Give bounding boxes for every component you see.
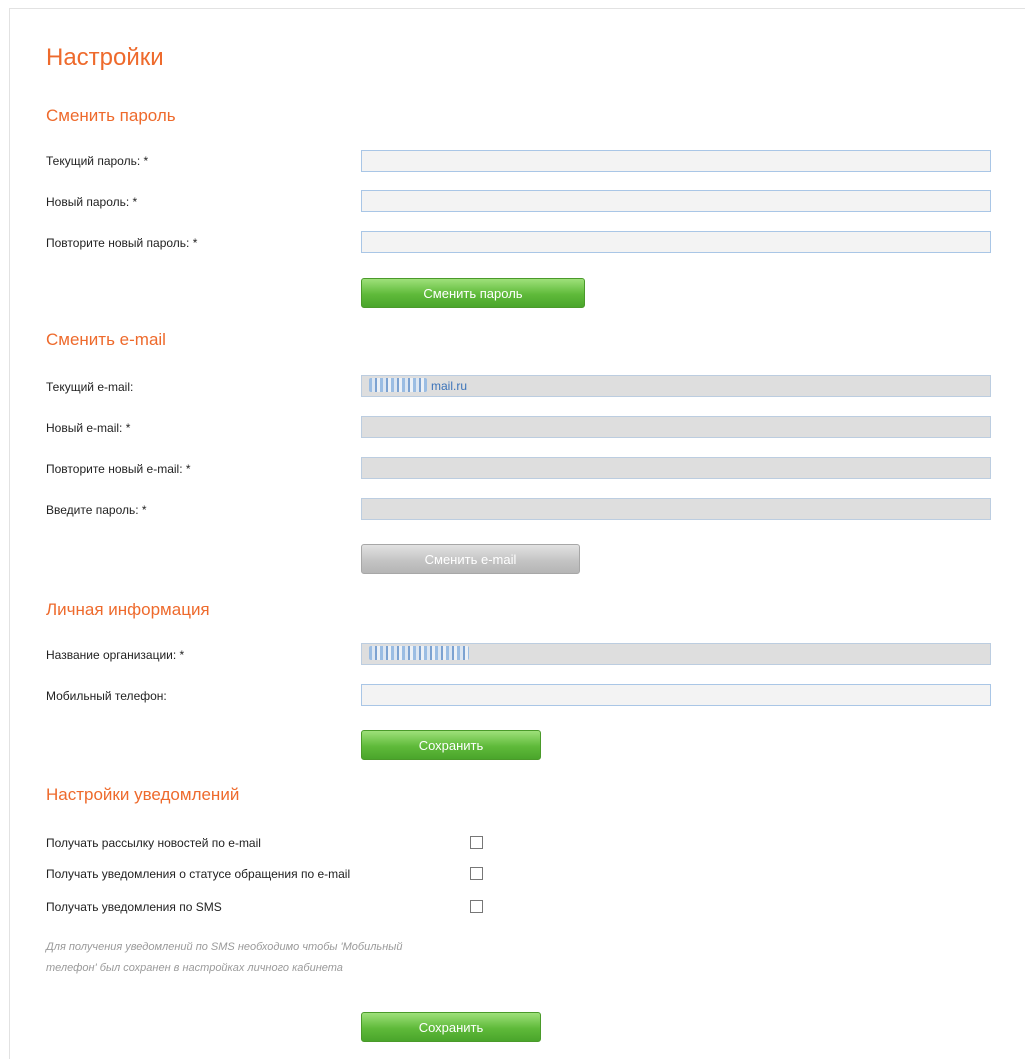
new-password-label: Новый пароль: * xyxy=(46,195,138,209)
notify-status-email-label: Получать уведомления о статусе обращения… xyxy=(46,867,351,881)
save-personal-button[interactable]: Сохранить xyxy=(361,730,541,760)
page-title: Настройки xyxy=(46,44,164,71)
save-notifications-button[interactable]: Сохранить xyxy=(361,1012,541,1042)
current-password-input[interactable] xyxy=(361,150,991,172)
repeat-email-input[interactable] xyxy=(361,457,991,479)
current-email-label: Текущий e-mail: xyxy=(46,380,134,394)
new-email-label: Новый e-mail: * xyxy=(46,421,131,435)
mobile-phone-input[interactable] xyxy=(361,684,991,706)
notify-status-email-checkbox[interactable] xyxy=(470,867,483,880)
organization-field[interactable] xyxy=(361,643,991,665)
repeat-password-label: Повторите новый пароль: * xyxy=(46,236,198,250)
section-title-personal-info: Личная информация xyxy=(46,600,210,619)
new-password-input[interactable] xyxy=(361,190,991,212)
notify-sms-label: Получать уведомления по SMS xyxy=(46,900,222,914)
current-password-label: Текущий пароль: * xyxy=(46,154,149,168)
notify-news-email-checkbox[interactable] xyxy=(470,836,483,849)
notify-news-email-label: Получать рассылку новостей по e-mail xyxy=(46,836,261,850)
section-title-change-email: Сменить e-mail xyxy=(46,330,166,349)
change-email-button[interactable]: Сменить e-mail xyxy=(361,544,580,574)
repeat-password-input[interactable] xyxy=(361,231,991,253)
organization-label: Название организации: * xyxy=(46,648,185,662)
sms-hint-text: Для получения уведомлений по SMS необход… xyxy=(46,941,403,974)
new-email-input[interactable] xyxy=(361,416,991,438)
change-password-button[interactable]: Сменить пароль xyxy=(361,278,585,308)
redacted-email-blur xyxy=(369,378,427,392)
section-title-notifications: Настройки уведомлений xyxy=(46,785,240,804)
email-password-label: Введите пароль: * xyxy=(46,503,147,517)
current-email-value: mail.ru xyxy=(431,379,468,393)
notify-sms-checkbox[interactable] xyxy=(470,900,483,913)
mobile-phone-label: Мобильный телефон: xyxy=(46,689,167,703)
repeat-email-label: Повторите новый e-mail: * xyxy=(46,462,191,476)
current-email-field: mail.ru xyxy=(361,375,991,397)
redacted-organization-blur xyxy=(369,646,469,660)
section-title-change-password: Сменить пароль xyxy=(46,106,176,125)
email-password-input[interactable] xyxy=(361,498,991,520)
